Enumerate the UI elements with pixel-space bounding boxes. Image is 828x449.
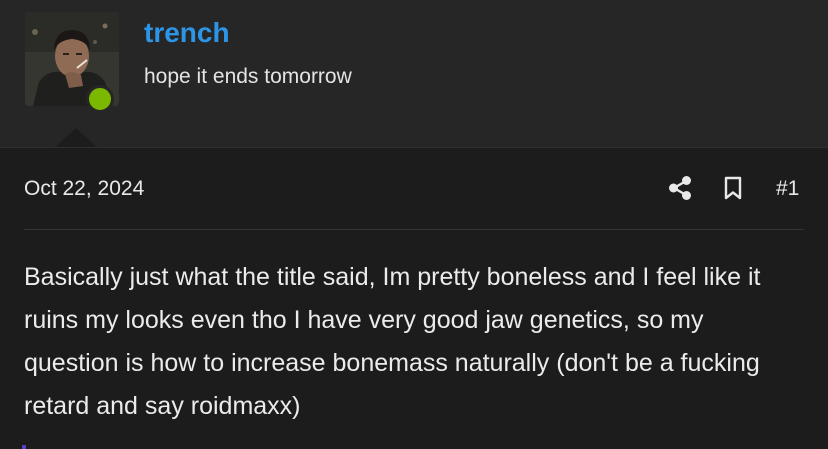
share-icon[interactable]	[667, 175, 693, 201]
post-number-link[interactable]: #1	[776, 175, 799, 203]
user-title: hope it ends tomorrow	[144, 65, 352, 88]
online-status-indicator	[86, 85, 114, 113]
post-author-header: trench hope it ends tomorrow	[0, 0, 828, 148]
message-pointer-arrow	[54, 128, 98, 148]
post-body-text: Basically just what the title said, Im p…	[24, 263, 761, 420]
divider	[24, 229, 804, 230]
username-link[interactable]: trench	[144, 15, 230, 51]
post-message: Oct 22, 2024 #1 Basically just what the …	[0, 147, 828, 449]
post-date-link[interactable]: Oct 22, 2024	[24, 175, 144, 203]
bookmark-icon[interactable]	[722, 175, 744, 201]
reaction-bar-accent	[22, 445, 26, 449]
